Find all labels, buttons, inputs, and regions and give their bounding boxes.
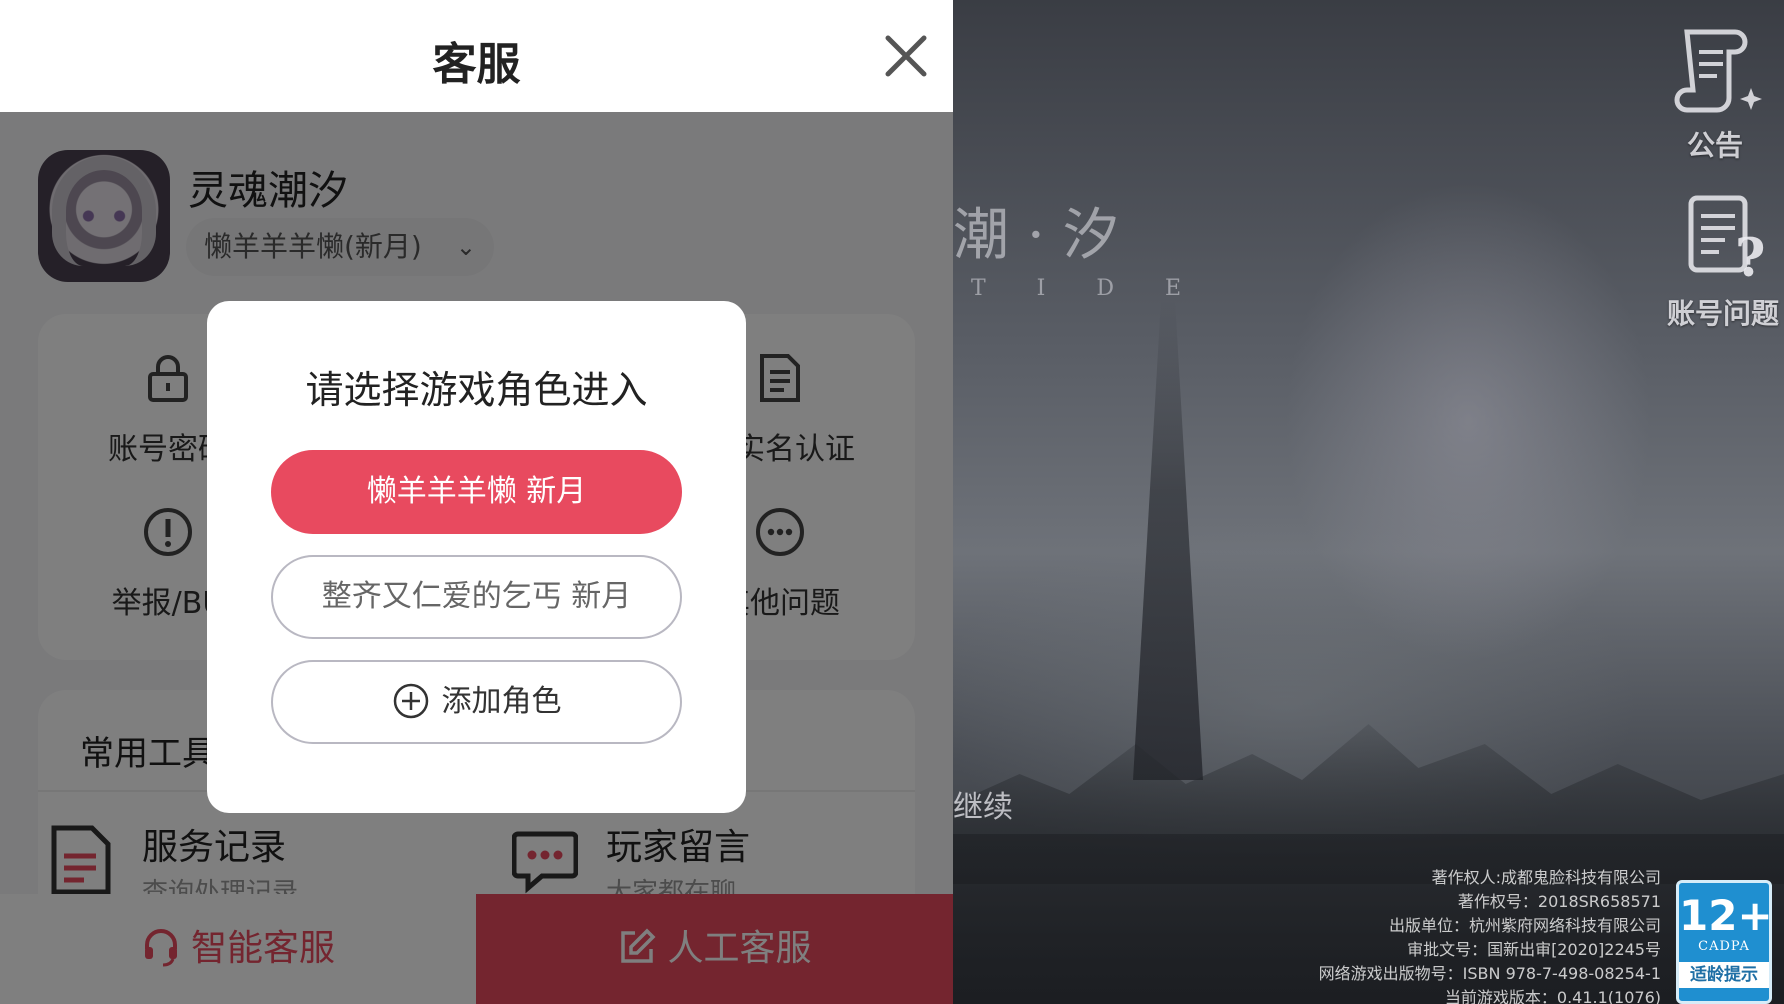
role-option-button[interactable]: 整齐又仁爱的乞丐 新月 xyxy=(271,555,682,639)
add-role-button[interactable]: 添加角色 xyxy=(271,660,682,744)
dialog-title: 请选择游戏角色进入 xyxy=(305,368,648,412)
account-issue-label: 账号问题 xyxy=(1666,297,1779,330)
age-rating-badge[interactable]: 12+ CADPA 适龄提示 xyxy=(1676,880,1773,1004)
credit-line: 著作权人:成都鬼脸科技有限公司 xyxy=(1431,868,1661,887)
copyright-credits: 著作权人:成都鬼脸科技有限公司 著作权号：2018SR658571 出版单位：杭… xyxy=(1319,866,1661,1004)
scroll-icon xyxy=(1674,29,1762,113)
credit-line: 网络游戏出版物号：ISBN 978-7-498-08254-1 xyxy=(1318,964,1661,983)
credit-line: 当前游戏版本：0.41.1(1076) xyxy=(1444,988,1661,1004)
panel-title: 客服 xyxy=(432,39,521,90)
continue-hint: 继续 xyxy=(953,790,1013,825)
game-logo: 潮·汐 xyxy=(953,203,1137,268)
panel-header: 客服 xyxy=(0,0,953,112)
plus-circle-icon xyxy=(393,683,428,719)
notice-label: 公告 xyxy=(1686,129,1743,162)
age-rating-tip: 适龄提示 xyxy=(1679,962,1769,988)
credit-line: 审批文号：国新出审[2020]2245号 xyxy=(1407,940,1661,959)
svg-text:?: ? xyxy=(1735,228,1765,286)
role-option-button[interactable]: 懒羊羊羊懒 新月 xyxy=(271,450,682,534)
credit-line: 著作权号：2018SR658571 xyxy=(1457,892,1661,911)
credit-line: 出版单位：杭州紫府网络科技有限公司 xyxy=(1388,916,1661,935)
age-rating: 12+ xyxy=(1679,891,1773,940)
account-question-icon: ? xyxy=(1688,195,1765,289)
notice-button[interactable]: 公告 xyxy=(1660,18,1770,164)
background-tower xyxy=(1133,300,1203,780)
close-icon[interactable] xyxy=(878,28,934,84)
game-logo-subtitle: T I D E xyxy=(971,276,1204,301)
age-rating-org: CADPA xyxy=(1698,939,1750,954)
account-issue-button[interactable]: ? 账号问题 xyxy=(1648,190,1784,332)
role-select-dialog: 请选择游戏角色进入 懒羊羊羊懒 新月 整齐又仁爱的乞丐 新月 添加角色 xyxy=(207,301,746,813)
add-role-label: 添加角色 xyxy=(441,684,562,719)
